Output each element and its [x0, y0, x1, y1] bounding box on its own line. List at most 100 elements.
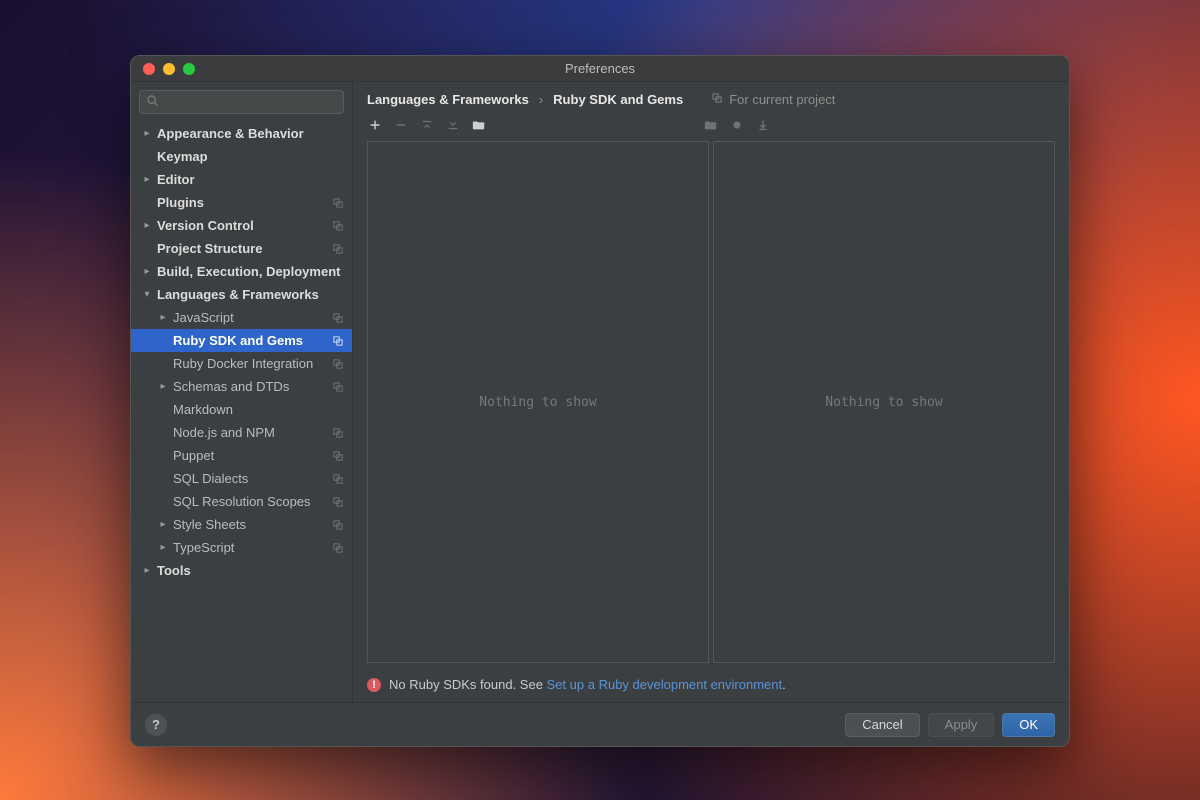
sdk-list-panel[interactable]: Nothing to show	[367, 141, 709, 663]
main-area: Languages & Frameworks › Ruby SDK and Ge…	[353, 82, 1069, 702]
project-scope-icon	[332, 542, 344, 554]
dialog-footer: ? Cancel Apply OK	[131, 702, 1069, 746]
tree-item[interactable]: ▸ Tools	[131, 559, 352, 582]
expand-icon[interactable]: ▸	[157, 312, 169, 323]
scope-label: For current project	[729, 92, 835, 107]
tree-item[interactable]: Markdown	[131, 398, 352, 421]
project-scope-icon	[711, 92, 723, 107]
tree-item[interactable]: ▸ Style Sheets	[131, 513, 352, 536]
tree-item[interactable]: ▸ Schemas and DTDs	[131, 375, 352, 398]
tree-item-label: Version Control	[157, 218, 332, 233]
scope-indicator: For current project	[711, 92, 835, 107]
tree-item-label: Markdown	[173, 402, 344, 417]
tree-item-label: Schemas and DTDs	[173, 379, 332, 394]
expand-icon[interactable]: ▸	[141, 220, 153, 231]
warning-text-before: No Ruby SDKs found. See	[389, 677, 547, 692]
search-input[interactable]	[165, 95, 337, 109]
search-icon	[146, 94, 159, 110]
project-scope-icon	[332, 427, 344, 439]
tree-item[interactable]: SQL Dialects	[131, 467, 352, 490]
gems-toolbar	[695, 113, 783, 141]
tree-item-label: Tools	[157, 563, 344, 578]
expand-icon[interactable]: ▸	[157, 381, 169, 392]
warning-text-after: .	[782, 677, 786, 692]
search-field[interactable]	[139, 90, 344, 114]
sdk-toolbar	[353, 113, 695, 141]
breadcrumb-parent[interactable]: Languages & Frameworks	[367, 92, 529, 107]
tree-item[interactable]: ▸ Version Control	[131, 214, 352, 237]
tree-item-label: TypeScript	[173, 540, 332, 555]
tree-item-label: Build, Execution, Deployment	[157, 264, 344, 279]
project-scope-icon	[332, 381, 344, 393]
tree-item-label: Style Sheets	[173, 517, 332, 532]
tree-item-label: JavaScript	[173, 310, 332, 325]
project-scope-icon	[332, 220, 344, 232]
breadcrumb: Languages & Frameworks › Ruby SDK and Ge…	[353, 82, 1069, 113]
breadcrumb-current: Ruby SDK and Gems	[553, 92, 683, 107]
expand-icon[interactable]: ▸	[141, 266, 153, 277]
move-down-button[interactable]	[443, 115, 463, 135]
remove-sdk-button[interactable]	[391, 115, 411, 135]
toolbar-row	[353, 113, 1069, 141]
sidebar: ▸ Appearance & Behavior Keymap ▸ Editor Plugi…	[131, 82, 353, 702]
tree-item[interactable]: Node.js and NPM	[131, 421, 352, 444]
ok-button[interactable]: OK	[1002, 713, 1055, 737]
tree-item-label: Plugins	[157, 195, 332, 210]
download-button[interactable]	[753, 115, 773, 135]
tree-item-label: Puppet	[173, 448, 332, 463]
breadcrumb-separator: ›	[539, 92, 543, 107]
tree-item-label: Project Structure	[157, 241, 332, 256]
warning-bar: ! No Ruby SDKs found. See Set up a Ruby …	[353, 671, 1069, 702]
tree-item[interactable]: Ruby SDK and Gems	[131, 329, 352, 352]
settings-tree[interactable]: ▸ Appearance & Behavior Keymap ▸ Editor Plugi…	[131, 122, 352, 702]
tree-item[interactable]: Project Structure	[131, 237, 352, 260]
expand-icon[interactable]: ▸	[157, 519, 169, 530]
tree-item-label: SQL Resolution Scopes	[173, 494, 332, 509]
expand-icon[interactable]: ▸	[141, 128, 153, 139]
tree-item[interactable]: SQL Resolution Scopes	[131, 490, 352, 513]
tree-item[interactable]: ▾ Languages & Frameworks	[131, 283, 352, 306]
project-scope-icon	[332, 473, 344, 485]
project-scope-icon	[332, 450, 344, 462]
tree-item-label: Editor	[157, 172, 344, 187]
expand-icon[interactable]: ▸	[157, 542, 169, 553]
apply-button[interactable]: Apply	[928, 713, 995, 737]
browse-button[interactable]	[469, 115, 489, 135]
tree-item[interactable]: Keymap	[131, 145, 352, 168]
add-sdk-button[interactable]	[365, 115, 385, 135]
panels: Nothing to show Nothing to show	[353, 141, 1069, 671]
move-up-button[interactable]	[417, 115, 437, 135]
tree-item-label: Node.js and NPM	[173, 425, 332, 440]
window-body: ▸ Appearance & Behavior Keymap ▸ Editor Plugi…	[131, 82, 1069, 702]
expand-icon[interactable]: ▸	[141, 565, 153, 576]
warning-link[interactable]: Set up a Ruby development environment	[547, 677, 783, 692]
tree-item[interactable]: ▸ JavaScript	[131, 306, 352, 329]
tree-item-label: Languages & Frameworks	[157, 287, 344, 302]
tree-item[interactable]: Ruby Docker Integration	[131, 352, 352, 375]
tree-item-label: SQL Dialects	[173, 471, 332, 486]
tree-item[interactable]: ▸ Appearance & Behavior	[131, 122, 352, 145]
tree-item-label: Ruby Docker Integration	[173, 356, 332, 371]
tree-item[interactable]: Plugins	[131, 191, 352, 214]
tree-item-label: Appearance & Behavior	[157, 126, 344, 141]
tree-item[interactable]: ▸ TypeScript	[131, 536, 352, 559]
expand-icon[interactable]: ▸	[141, 174, 153, 185]
project-scope-icon	[332, 243, 344, 255]
tree-item-label: Ruby SDK and Gems	[173, 333, 332, 348]
expand-icon[interactable]: ▾	[141, 289, 153, 300]
tree-item[interactable]: ▸ Build, Execution, Deployment	[131, 260, 352, 283]
open-folder-button[interactable]	[701, 115, 721, 135]
gems-list-panel[interactable]: Nothing to show	[713, 141, 1055, 663]
search-wrap	[131, 82, 352, 122]
project-scope-icon	[332, 335, 344, 347]
project-scope-icon	[332, 358, 344, 370]
tree-item[interactable]: Puppet	[131, 444, 352, 467]
tree-item[interactable]: ▸ Editor	[131, 168, 352, 191]
titlebar: Preferences	[131, 56, 1069, 82]
help-button[interactable]: ?	[145, 714, 167, 736]
record-button[interactable]	[727, 115, 747, 135]
preferences-window: Preferences ▸ Appearance & Behavior Keymap…	[130, 55, 1070, 747]
project-scope-icon	[332, 496, 344, 508]
project-scope-icon	[332, 519, 344, 531]
cancel-button[interactable]: Cancel	[845, 713, 919, 737]
